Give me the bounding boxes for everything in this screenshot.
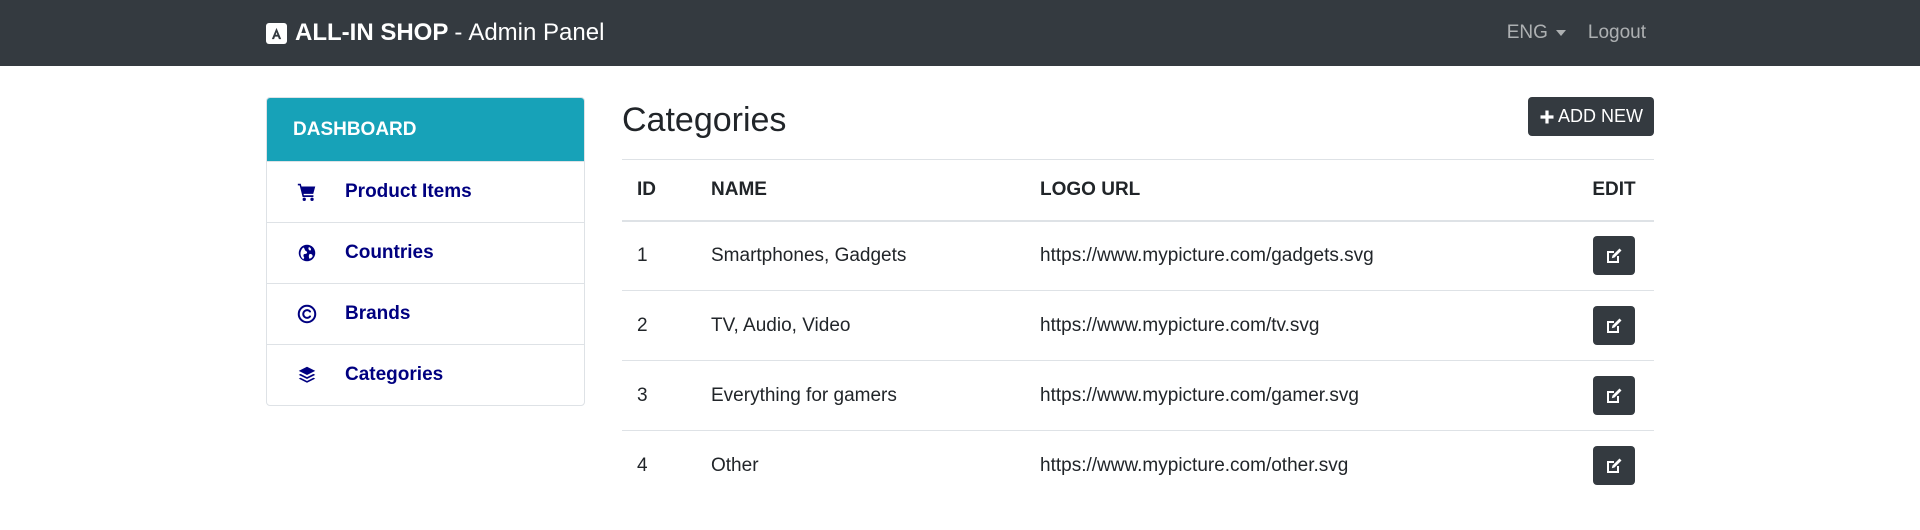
table-row: 1 Smartphones, Gadgets https://www.mypic…: [622, 221, 1654, 291]
cell-id: 2: [622, 290, 696, 361]
edit-button[interactable]: [1593, 376, 1635, 415]
edit-button[interactable]: [1593, 446, 1635, 486]
add-new-button[interactable]: ADD NEW: [1528, 97, 1654, 136]
cell-id: 1: [637, 244, 648, 266]
edit-icon: [1607, 318, 1622, 333]
edit-icon: [1607, 388, 1622, 403]
caret-down-icon: [1555, 30, 1566, 36]
sidebar-item-label: Categories: [345, 364, 444, 385]
add-new-label: ADD NEW: [1558, 106, 1643, 126]
brand-name: ALL-IN SHOP: [295, 19, 449, 46]
logout-link[interactable]: Logout: [1588, 22, 1646, 44]
table-header-row: ID NAME LOGO URL EDIT: [622, 159, 1654, 222]
brand-link[interactable]: ALL-IN SHOP - Admin Panel: [266, 0, 604, 66]
cell-logo-url: https://www.mypicture.com/gadgets.svg: [1040, 244, 1374, 266]
cell-name: TV, Audio, Video: [696, 290, 1025, 361]
plus-icon: [1539, 109, 1555, 125]
navbar-right: ENG Logout: [1507, 0, 1646, 66]
layers-icon: [295, 363, 319, 387]
globe-icon: [295, 241, 319, 265]
column-header-name: NAME: [696, 159, 1025, 222]
column-header-edit: EDIT: [1574, 159, 1654, 222]
cart-icon: [295, 180, 319, 204]
sidebar: DASHBOARD Product Items Countries Brands…: [266, 97, 585, 406]
brand-logo-icon: [266, 22, 287, 44]
categories-table: ID NAME LOGO URL EDIT 1 Smartphones, Gad…: [622, 159, 1654, 501]
copyright-icon: [295, 302, 319, 326]
column-header-logo-url: LOGO URL: [1025, 159, 1574, 222]
table-row: 3 Everything for gamers https://www.mypi…: [622, 360, 1654, 431]
cell-id: 3: [622, 360, 696, 431]
column-header-id: ID: [622, 159, 696, 222]
sidebar-item-categories[interactable]: Categories: [267, 344, 584, 405]
cell-edit: [1574, 290, 1654, 361]
sidebar-header[interactable]: DASHBOARD: [267, 98, 584, 161]
cell-name: Other: [696, 430, 1025, 501]
cell-name: Smartphones, Gadgets: [711, 244, 907, 266]
language-label: ENG: [1506, 22, 1548, 43]
sidebar-item-countries[interactable]: Countries: [267, 222, 584, 283]
table-row: 4 Other https://www.mypicture.com/other.…: [622, 430, 1654, 501]
brand-subtitle: Admin Panel: [468, 19, 605, 46]
cell-edit: [1574, 221, 1654, 291]
sidebar-item-brands[interactable]: Brands: [267, 283, 584, 344]
brand-separator: -: [454, 19, 463, 46]
cell-edit: [1574, 360, 1654, 431]
table-row: 2 TV, Audio, Video https://www.mypicture…: [622, 290, 1654, 361]
sidebar-item-product-items[interactable]: Product Items: [267, 161, 584, 222]
edit-icon: [1607, 458, 1622, 473]
page-title: Categories: [622, 101, 787, 139]
sidebar-item-label: Brands: [345, 303, 411, 324]
cell-logo-url: https://www.mypicture.com/other.svg: [1025, 430, 1574, 501]
sidebar-item-label: Countries: [345, 242, 434, 263]
cell-edit: [1574, 430, 1654, 501]
sidebar-item-label: Product Items: [345, 181, 472, 202]
top-navbar: ALL-IN SHOP - Admin Panel ENG Logout: [0, 0, 1920, 66]
cell-id: 4: [622, 430, 696, 501]
edit-icon: [1607, 248, 1622, 263]
cell-logo-url: https://www.mypicture.com/tv.svg: [1025, 290, 1574, 361]
edit-button[interactable]: [1593, 236, 1635, 276]
cell-logo-url: https://www.mypicture.com/gamer.svg: [1025, 360, 1574, 431]
edit-button[interactable]: [1593, 306, 1635, 345]
cell-name: Everything for gamers: [696, 360, 1025, 431]
language-dropdown[interactable]: ENG: [1507, 22, 1566, 44]
